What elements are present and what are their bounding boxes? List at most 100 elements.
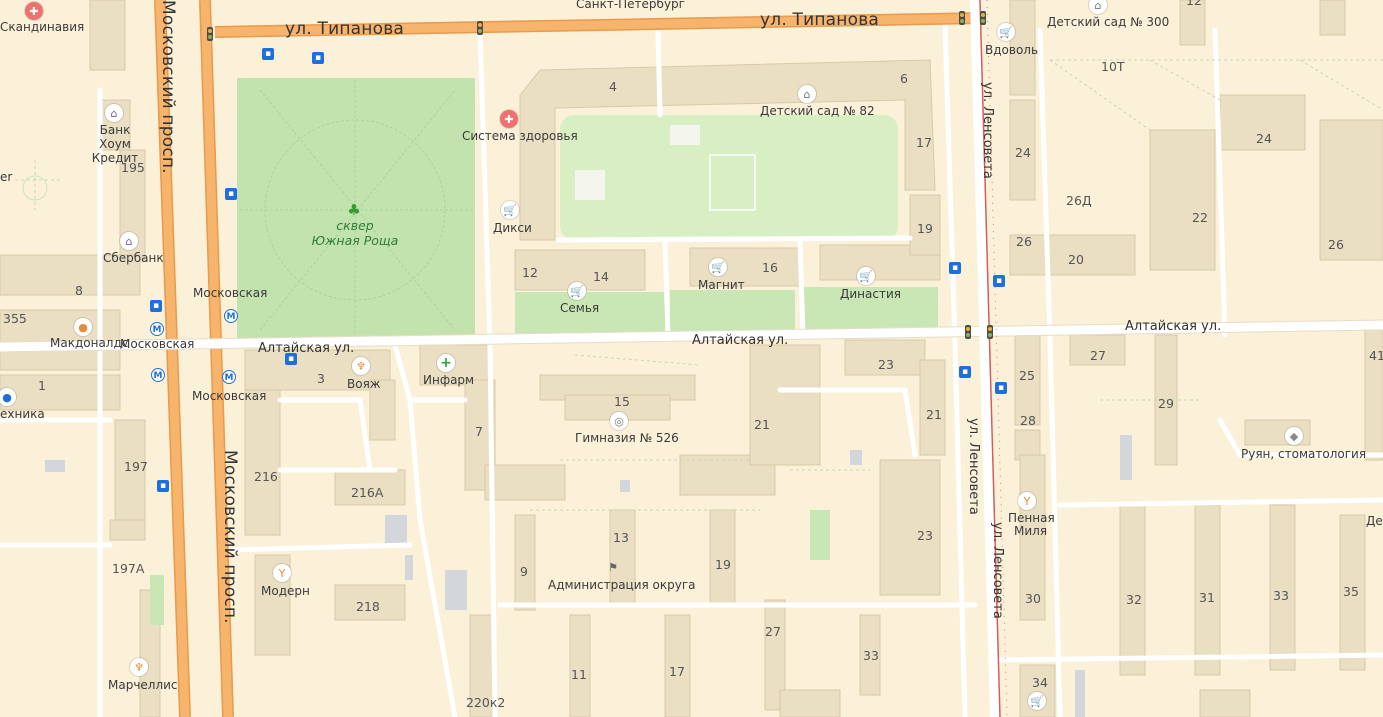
street-label: Алтайская ул. bbox=[258, 341, 355, 356]
bus-stop-icon[interactable]: ▪ bbox=[993, 275, 1005, 287]
house-number: 28 bbox=[1020, 413, 1036, 428]
house-number: 220к2 bbox=[466, 695, 506, 710]
poi-label[interactable]: Вдоволь bbox=[985, 43, 1038, 57]
house-number: 7 bbox=[475, 424, 483, 439]
house-number: 22 bbox=[1192, 210, 1208, 225]
bus-stop-icon[interactable]: ▪ bbox=[995, 382, 1007, 394]
poi-label[interactable]: Дет bbox=[1366, 514, 1383, 528]
medical-cross-icon[interactable]: ✚ bbox=[25, 2, 43, 20]
metro-label[interactable]: Московская bbox=[120, 337, 194, 351]
bank-icon[interactable]: ⌂ bbox=[120, 232, 138, 250]
map-canvas[interactable]: ул. Типанова ул. Типанова Московский про… bbox=[0, 0, 1383, 717]
bus-stop-icon[interactable]: ▪ bbox=[285, 353, 297, 365]
poi-label[interactable]: Миля bbox=[1014, 524, 1047, 538]
house-number: 27 bbox=[1090, 348, 1106, 363]
bus-stop-icon[interactable]: ▪ bbox=[157, 480, 169, 492]
street-label: ул. Типанова bbox=[285, 19, 405, 39]
poi-label[interactable]: Модерн bbox=[261, 584, 310, 598]
house-number: 4 bbox=[609, 79, 617, 94]
shopping-cart-icon[interactable]: 🛒 bbox=[709, 258, 727, 276]
bar-glass-icon[interactable]: Y bbox=[273, 564, 291, 582]
house-number: 33 bbox=[863, 648, 879, 663]
poi-label[interactable]: Дикси bbox=[493, 221, 532, 235]
poi-label[interactable]: Детский сад № 82 bbox=[760, 104, 875, 118]
house-number: 9 bbox=[520, 564, 528, 579]
poi-label[interactable]: Макдоналдс bbox=[50, 336, 128, 350]
street-label: ул. Ленсовета bbox=[966, 418, 981, 515]
house-number: 195 bbox=[121, 160, 145, 175]
house-number: 6 bbox=[900, 71, 908, 86]
house-number: 27 bbox=[765, 624, 781, 639]
house-number: 35 bbox=[1343, 584, 1359, 599]
house-number: 26 bbox=[1016, 234, 1032, 249]
house-number: 21 bbox=[926, 407, 942, 422]
poi-label[interactable]: Гимназия № 526 bbox=[575, 431, 679, 445]
bus-stop-icon[interactable]: ▪ bbox=[225, 188, 237, 200]
house-number: 197А bbox=[112, 561, 145, 576]
house-number: 3 bbox=[317, 371, 325, 386]
house-number: 13 bbox=[613, 530, 629, 545]
restaurant-icon[interactable]: ♆ bbox=[352, 357, 370, 375]
bus-stop-icon[interactable]: ▪ bbox=[949, 262, 961, 274]
house-number: 15 bbox=[614, 394, 630, 409]
shopping-cart-icon[interactable]: 🛒 bbox=[857, 267, 875, 285]
park-label-line1: сквер bbox=[336, 218, 374, 233]
shopping-cart-icon[interactable]: 🛒 bbox=[501, 201, 519, 219]
house-number: 197 bbox=[124, 459, 148, 474]
shopping-cart-icon[interactable]: 🛒 bbox=[997, 23, 1015, 41]
bus-stop-icon[interactable]: ▪ bbox=[262, 48, 274, 60]
school-icon[interactable]: ◎ bbox=[610, 412, 628, 430]
restaurant-icon[interactable]: ♆ bbox=[130, 658, 148, 676]
house-number: 31 bbox=[1199, 590, 1215, 605]
street-label: Алтайская ул. bbox=[692, 333, 789, 348]
poi-label[interactable]: Вояж bbox=[347, 377, 381, 391]
kindergarten-icon[interactable]: ⌂ bbox=[798, 85, 816, 103]
poi-label[interactable]: Инфарм bbox=[423, 373, 474, 387]
poi-label[interactable]: Марчеллис bbox=[108, 678, 178, 692]
poi-label[interactable]: er bbox=[0, 170, 12, 184]
poi-label[interactable]: Пенная bbox=[1008, 511, 1055, 525]
metro-icon[interactable]: M bbox=[222, 370, 236, 384]
metro-label[interactable]: Московская bbox=[192, 389, 266, 403]
bus-stop-icon[interactable]: ▪ bbox=[959, 366, 971, 378]
poi-label[interactable]: ехника bbox=[0, 407, 45, 421]
poi-label[interactable]: Скандинавия bbox=[0, 20, 84, 34]
map-base-layer bbox=[0, 0, 1383, 717]
flag-icon[interactable]: ⚑ bbox=[604, 558, 622, 576]
house-number: 8 bbox=[75, 283, 83, 298]
poi-label[interactable]: Система здоровья bbox=[462, 129, 578, 143]
poi-label[interactable]: Магнит bbox=[698, 278, 745, 292]
bus-stop-icon[interactable]: ▪ bbox=[150, 300, 162, 312]
traffic-light-icon bbox=[959, 11, 965, 25]
park-label[interactable]: сквер Южная Роща bbox=[305, 218, 405, 248]
poi-label[interactable]: Санкт-Петербург bbox=[576, 0, 685, 11]
metro-icon[interactable]: M bbox=[151, 368, 165, 382]
metro-icon[interactable]: M bbox=[224, 309, 238, 323]
shopping-cart-icon[interactable]: 🛒 bbox=[568, 282, 586, 300]
poi-label[interactable]: Династия bbox=[840, 287, 901, 301]
poi-label[interactable]: Сбербанк bbox=[103, 251, 164, 265]
tree-icon: ♣ bbox=[347, 200, 361, 219]
bar-glass-icon[interactable]: Y bbox=[1018, 492, 1036, 510]
metro-label[interactable]: Московская bbox=[193, 286, 267, 300]
shopping-cart-icon[interactable]: 🛒 bbox=[1028, 692, 1046, 710]
poi-label[interactable]: Детский сад № 300 bbox=[1047, 15, 1169, 29]
medical-cross-icon[interactable]: ✚ bbox=[500, 110, 518, 128]
bank-icon[interactable]: ⌂ bbox=[105, 104, 123, 122]
traffic-light-icon bbox=[477, 21, 483, 35]
tooth-icon[interactable]: ◆ bbox=[1285, 427, 1303, 445]
house-number: 23 bbox=[917, 528, 933, 543]
metro-icon[interactable]: M bbox=[150, 322, 164, 336]
bus-stop-icon[interactable]: ▪ bbox=[312, 52, 324, 64]
house-number: 41 bbox=[1369, 348, 1383, 363]
traffic-light-icon bbox=[207, 27, 213, 41]
traffic-light-icon bbox=[980, 11, 986, 25]
poi-label[interactable]: Семья bbox=[560, 301, 599, 315]
burger-icon[interactable]: ● bbox=[74, 318, 92, 336]
poi-label[interactable]: Банк Хоум Кредит bbox=[85, 123, 145, 165]
house-number: 26 bbox=[1328, 237, 1344, 252]
pharmacy-cross-icon[interactable]: + bbox=[437, 354, 455, 372]
house-number: 14 bbox=[593, 269, 609, 284]
poi-label[interactable]: Руян, стоматология bbox=[1241, 447, 1366, 461]
poi-label[interactable]: Администрация округа bbox=[548, 578, 696, 592]
